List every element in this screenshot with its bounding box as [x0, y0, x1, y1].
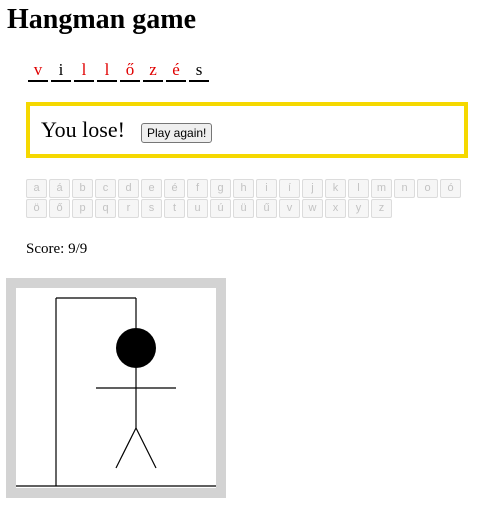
letter-key-button[interactable]: á [49, 179, 70, 198]
letter-key-button[interactable]: u [187, 199, 208, 218]
letter-key-button[interactable]: ő [49, 199, 70, 218]
letter-key-button[interactable]: a [26, 179, 47, 198]
result-message: You lose! [41, 117, 125, 142]
result-box: You lose! Play again! [26, 102, 468, 158]
word-letter-slot: é [166, 60, 186, 82]
hangman-left-leg [115, 427, 137, 469]
letter-key-button[interactable]: s [141, 199, 162, 218]
score-text: Score: 9/9 [26, 241, 88, 257]
letter-key-button[interactable]: ü [233, 199, 254, 218]
letter-key-button[interactable]: l [348, 179, 369, 198]
letter-key-button[interactable]: o [417, 179, 438, 198]
letter-key-button[interactable]: ú [210, 199, 231, 218]
word-display: villőzés [28, 60, 209, 82]
letter-key-button[interactable]: t [164, 199, 185, 218]
hangman-head [116, 328, 156, 368]
letter-key-button[interactable]: h [233, 179, 254, 198]
word-letter-slot: ő [120, 60, 140, 82]
hangman-drawing [16, 288, 216, 488]
word-letter-slot: l [74, 60, 94, 82]
word-letter-slot: s [189, 60, 209, 82]
letter-key-button[interactable]: ö [26, 199, 47, 218]
letter-key-button[interactable]: ó [440, 179, 461, 198]
letter-key-button[interactable]: y [348, 199, 369, 218]
word-letter-slot: v [28, 60, 48, 82]
letter-key-button[interactable]: é [164, 179, 185, 198]
letter-key-button[interactable]: b [72, 179, 93, 198]
letter-key-button[interactable]: g [210, 179, 231, 198]
word-letter-slot: z [143, 60, 163, 82]
letter-key-button[interactable]: p [72, 199, 93, 218]
play-again-button[interactable]: Play again! [141, 123, 213, 143]
letter-key-button[interactable]: c [95, 179, 116, 198]
letter-key-button[interactable]: í [279, 179, 300, 198]
letter-key-button[interactable]: i [256, 179, 277, 198]
letter-key-button[interactable]: e [141, 179, 162, 198]
letter-key-button[interactable]: ű [256, 199, 277, 218]
letter-key-button[interactable]: n [394, 179, 415, 198]
hangman-drawing-frame [6, 278, 226, 498]
letter-key-button[interactable]: r [118, 199, 139, 218]
letter-key-button[interactable]: j [302, 179, 323, 198]
word-letter-slot: i [51, 60, 71, 82]
letter-key-button[interactable]: d [118, 179, 139, 198]
letter-key-button[interactable]: v [279, 199, 300, 218]
letter-key-button[interactable]: z [371, 199, 392, 218]
word-letter-slot: l [97, 60, 117, 82]
letter-key-button[interactable]: x [325, 199, 346, 218]
letter-key-button[interactable]: k [325, 179, 346, 198]
letter-keyboard: aábcdeéfghiíjklmnoó öőpqrstuúüűvwxyz [26, 179, 466, 218]
letter-key-button[interactable]: f [187, 179, 208, 198]
letter-key-button[interactable]: q [95, 199, 116, 218]
letter-key-button[interactable]: w [302, 199, 323, 218]
hangman-right-leg [135, 427, 157, 469]
page-title: Hangman game [7, 4, 196, 35]
letter-key-button[interactable]: m [371, 179, 392, 198]
